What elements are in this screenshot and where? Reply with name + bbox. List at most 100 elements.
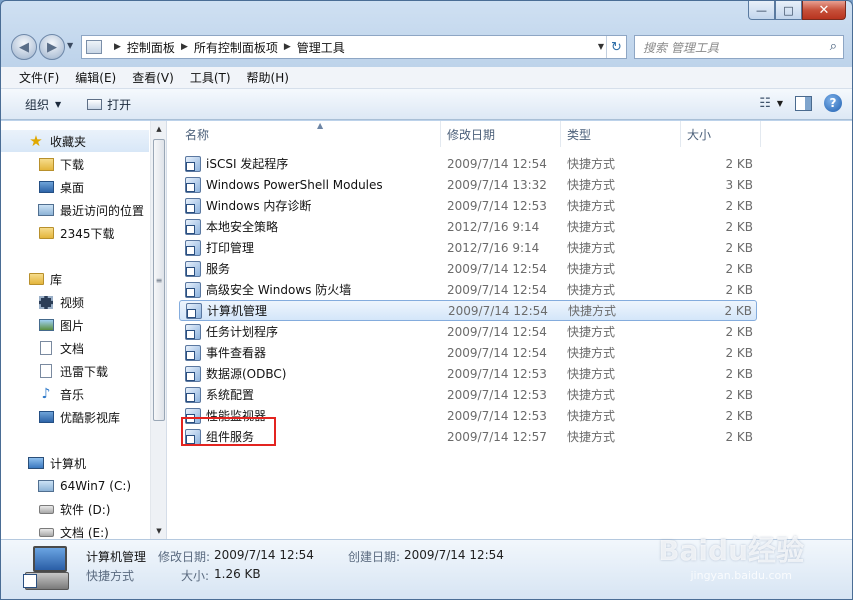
nav-scrollbar[interactable]: ▲ ≡ ▼ [150,121,166,539]
file-row[interactable]: 本地安全策略 2012/7/16 9:14 快捷方式 2 KB [179,216,757,237]
shortcut-icon [185,176,201,193]
file-size: 2 KB [724,303,752,318]
video-library-icon [39,295,53,309]
shortcut-icon [185,365,201,382]
nav-youku-library[interactable]: 优酷影视库 [1,406,120,428]
details-file-name: 计算机管理 [86,550,147,564]
open-window-icon [87,98,103,110]
file-row[interactable]: 服务 2009/7/14 12:54 快捷方式 2 KB [179,258,757,279]
file-row[interactable]: 高级安全 Windows 防火墙 2009/7/14 12:54 快捷方式 2 KB [179,279,757,300]
search-input[interactable]: 搜索 管理工具 ⌕ [634,35,844,59]
refresh-button[interactable]: ↻ [606,36,626,58]
file-row[interactable]: 系统配置 2009/7/14 12:53 快捷方式 2 KB [179,384,757,405]
file-name: 本地安全策略 [206,220,279,234]
nav-label: 最近访问的位置 [60,203,145,218]
shortcut-icon [185,260,201,277]
file-row[interactable]: 计算机管理 2009/7/14 12:54 快捷方式 2 KB [179,300,757,321]
menu-edit[interactable]: 编辑(E) [67,69,124,86]
file-row[interactable]: 性能监视器 2009/7/14 12:53 快捷方式 2 KB [179,405,757,426]
breadcrumb-separator-icon[interactable]: ▶ [181,42,188,52]
menu-tools[interactable]: 工具(T) [182,69,239,86]
breadcrumb-admin-tools[interactable]: 管理工具 [297,39,345,56]
nav-label: 库 [50,272,63,287]
column-header-type[interactable]: 类型 [561,121,681,147]
file-date: 2009/7/14 12:53 [447,366,547,381]
file-name-cell: 打印管理 [185,239,254,256]
breadcrumb-control-panel[interactable]: 控制面板 [127,39,175,56]
file-name-cell: 性能监视器 [185,407,266,424]
nav-favorites[interactable]: ★ 收藏夹 [1,130,149,152]
column-header-date[interactable]: 修改日期 [441,121,561,147]
forward-button[interactable]: ▶ [39,34,65,60]
file-row[interactable]: 数据源(ODBC) 2009/7/14 12:53 快捷方式 2 KB [179,363,757,384]
explorer-window: — □ ✕ ◀ ▶ ▼ ▶ 控制面板 ▶ 所有控制面板项 ▶ 管理工具 ▼ ↻ … [0,0,853,600]
nav-recent-places[interactable]: 最近访问的位置 [1,199,144,221]
address-bar[interactable]: ▶ 控制面板 ▶ 所有控制面板项 ▶ 管理工具 ▼ ↻ [81,35,627,59]
nav-desktop[interactable]: 桌面 [1,176,84,198]
close-button[interactable]: ✕ [802,1,846,20]
file-row[interactable]: 任务计划程序 2009/7/14 12:54 快捷方式 2 KB [179,321,757,342]
nav-label: 视频 [60,295,85,310]
details-modified-value: 2009/7/14 12:54 [214,548,314,562]
file-name-cell: Windows 内存诊断 [185,197,311,214]
file-type: 快捷方式 [567,157,616,171]
open-button[interactable]: 打开 [77,92,141,116]
nav-label: 64Win7 (C:) [60,479,132,493]
file-row[interactable]: iSCSI 发起程序 2009/7/14 12:54 快捷方式 2 KB [179,153,757,174]
nav-drive-e[interactable]: 文档 (E:) [1,521,109,539]
file-date: 2009/7/14 13:32 [447,177,547,192]
scroll-up-icon[interactable]: ▲ [151,121,166,137]
search-icon[interactable]: ⌕ [830,39,837,54]
shortcut-icon [185,407,201,424]
scroll-down-icon[interactable]: ▼ [151,523,166,539]
breadcrumb-separator-icon[interactable]: ▶ [284,42,291,52]
nav-2345-downloads[interactable]: 2345下载 [1,222,115,244]
file-size: 2 KB [725,387,753,402]
column-header-name[interactable]: 名称 ▲ [179,121,441,147]
column-header-size[interactable]: 大小 [681,121,761,147]
file-row[interactable]: Windows PowerShell Modules 2009/7/14 13:3… [179,174,757,195]
scroll-thumb[interactable]: ≡ [153,139,165,421]
nav-documents[interactable]: 文档 [1,337,84,359]
file-row[interactable]: 打印管理 2012/7/16 9:14 快捷方式 2 KB [179,237,757,258]
file-name: 打印管理 [206,241,255,255]
file-date: 2009/7/14 12:54 [447,324,547,339]
file-row[interactable]: 组件服务 2009/7/14 12:57 快捷方式 2 KB [179,426,757,447]
menu-bar: 文件(F) 编辑(E) 查看(V) 工具(T) 帮助(H) [1,67,852,89]
nav-downloads[interactable]: 下载 [1,153,84,175]
nav-drive-d[interactable]: 软件 (D:) [1,498,110,520]
view-options-dropdown[interactable]: ▼ [777,99,783,108]
nav-thunder-downloads[interactable]: 迅雷下载 [1,360,108,382]
change-view-icon[interactable]: ☷ [759,96,771,111]
nav-label: 计算机 [50,456,87,471]
menu-file[interactable]: 文件(F) [11,69,67,86]
help-icon[interactable]: ? [824,94,842,112]
back-button[interactable]: ◀ [11,34,37,60]
document-library-icon [40,364,52,378]
search-placeholder: 搜索 管理工具 [643,40,719,55]
address-history-dropdown[interactable]: ▼ [598,42,604,51]
minimize-button[interactable]: — [748,1,775,20]
menu-view[interactable]: 查看(V) [124,69,182,86]
folder-icon [38,227,54,239]
breadcrumb-all-items[interactable]: 所有控制面板项 [194,39,278,56]
nav-pictures[interactable]: 图片 [1,314,84,336]
breadcrumb-separator-icon[interactable]: ▶ [114,42,121,52]
preview-pane-icon[interactable] [795,95,812,111]
nav-libraries[interactable]: 库 [1,268,62,290]
file-size: 2 KB [725,198,753,213]
file-name: 事件查看器 [206,346,267,360]
file-row[interactable]: 事件查看器 2009/7/14 12:54 快捷方式 2 KB [179,342,757,363]
nav-music[interactable]: ♪ 音乐 [1,383,84,405]
file-name-cell: 系统配置 [185,386,254,403]
file-row[interactable]: Windows 内存诊断 2009/7/14 12:53 快捷方式 2 KB [179,195,757,216]
nav-videos[interactable]: 视频 [1,291,84,313]
nav-computer[interactable]: 计算机 [1,452,86,474]
recent-pages-dropdown[interactable]: ▼ [67,41,73,50]
menu-help[interactable]: 帮助(H) [239,69,297,86]
organize-button[interactable]: 组织 ▼ [15,92,71,116]
file-name-cell: Windows PowerShell Modules [185,176,383,193]
nav-drive-c[interactable]: 64Win7 (C:) [1,475,131,497]
music-note-icon: ♪ [41,386,51,402]
maximize-button[interactable]: □ [775,1,802,20]
